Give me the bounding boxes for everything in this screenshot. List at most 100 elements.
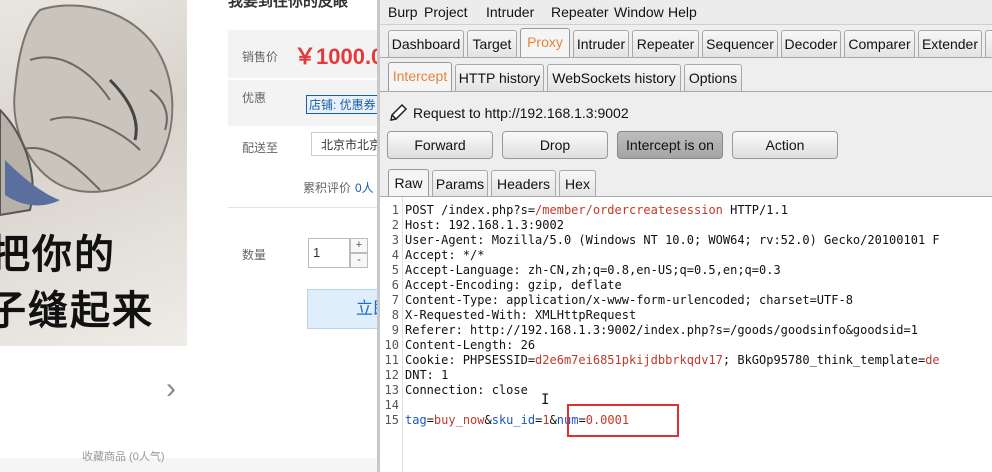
tab-repeater[interactable]: Repeater bbox=[632, 30, 699, 57]
tab-raw[interactable]: Raw bbox=[388, 169, 429, 197]
header-accept-language: Accept-Language: zh-CN,zh;q=0.8,en-US;q=… bbox=[405, 263, 781, 277]
request-line-method: POST /index.php?s=/member/ordercreateses… bbox=[405, 203, 788, 217]
next-image-arrow-icon[interactable]: › bbox=[166, 374, 176, 404]
line-number-gutter: 1 2 3 4 5 6 7 8 9 10 11 12 13 14 15 bbox=[380, 197, 403, 472]
body-param-value: 1 bbox=[542, 413, 550, 427]
review-count-link[interactable]: 0人 bbox=[355, 179, 374, 196]
raw-request-editor[interactable]: 1 2 3 4 5 6 7 8 9 10 11 12 13 14 15 POST… bbox=[380, 197, 992, 472]
header-x-requested-with: X-Requested-With: XMLHttpRequest bbox=[405, 308, 637, 322]
buy-now-button[interactable]: 立即 bbox=[307, 289, 377, 329]
header-cookie: Cookie: PHPSESSID=d2e6m7ei6851pkijdbbrkq… bbox=[405, 353, 940, 367]
line-number: 2 bbox=[391, 218, 399, 232]
line-number: 14 bbox=[384, 398, 399, 412]
request-target-label: Request to http://192.168.1.3:9002 bbox=[413, 105, 629, 121]
request-path: /member/ordercreatesession bbox=[535, 203, 723, 217]
tab-decoder[interactable]: Decoder bbox=[781, 30, 841, 57]
intercept-toggle-button[interactable]: Intercept is on bbox=[617, 131, 723, 159]
main-tab-bar: Dashboard Target Proxy Intruder Repeater… bbox=[380, 28, 992, 58]
header-content-length: Content-Length: 26 bbox=[405, 338, 536, 352]
product-image[interactable]: 把你的 子缝起来 bbox=[0, 0, 187, 346]
header-dnt: DNT: 1 bbox=[405, 368, 449, 382]
tab-sequencer[interactable]: Sequencer bbox=[702, 30, 778, 57]
header-accept: Accept: */* bbox=[405, 248, 485, 262]
num-param-highlight-box bbox=[567, 404, 679, 437]
line-number: 15 bbox=[384, 413, 399, 427]
header-connection: Connection: close bbox=[405, 383, 528, 397]
tab-extender[interactable]: Extender bbox=[918, 30, 982, 57]
menu-window[interactable]: Window bbox=[614, 4, 664, 20]
tab-websockets-history[interactable]: WebSockets history bbox=[547, 64, 681, 91]
code-text: ; BkGOp95780_think_template= bbox=[722, 353, 926, 367]
divider bbox=[228, 207, 377, 208]
promo-label: 优惠 bbox=[242, 91, 267, 105]
cookie-value: de bbox=[925, 353, 940, 367]
code-text: Cookie: PHPSESSID= bbox=[405, 353, 536, 367]
ship-destination-select[interactable]: 北京市北京 bbox=[311, 132, 377, 156]
menu-help[interactable]: Help bbox=[668, 4, 697, 20]
code-text: POST /index.php?s= bbox=[405, 203, 536, 217]
drop-button[interactable]: Drop bbox=[502, 131, 608, 159]
tab-hex[interactable]: Hex bbox=[559, 170, 596, 197]
header-content-type: Content-Type: application/x-www-form-url… bbox=[405, 293, 853, 307]
tab-target[interactable]: Target bbox=[467, 30, 517, 57]
quantity-plus-button[interactable]: + bbox=[350, 238, 368, 253]
message-view-tab-bar: Raw Params Headers Hex bbox=[380, 169, 992, 197]
product-title: 我要到往你的皮眼 bbox=[228, 0, 349, 10]
proxy-tab-bar: Intercept HTTP history WebSockets histor… bbox=[380, 62, 992, 92]
promo-tag[interactable]: 店铺: 优惠券 bbox=[306, 95, 377, 114]
footer-strip bbox=[0, 458, 377, 472]
price-label: 销售价 bbox=[242, 50, 279, 64]
ship-label: 配送至 bbox=[242, 141, 279, 155]
image-caption-line2: 子缝起来 bbox=[0, 288, 154, 334]
menu-project[interactable]: Project bbox=[424, 4, 468, 20]
line-number: 12 bbox=[384, 368, 399, 382]
tab-overflow[interactable] bbox=[985, 30, 992, 57]
line-number: 5 bbox=[391, 263, 399, 277]
line-number: 4 bbox=[391, 248, 399, 262]
price-value: ￥1000.0 bbox=[294, 44, 377, 69]
tab-http-history[interactable]: HTTP history bbox=[455, 64, 544, 91]
pencil-icon bbox=[390, 103, 408, 121]
header-user-agent: User-Agent: Mozilla/5.0 (Windows NT 10.0… bbox=[405, 233, 940, 247]
line-number: 13 bbox=[384, 383, 399, 397]
body-param-name: sku_id bbox=[491, 413, 536, 427]
tab-intruder[interactable]: Intruder bbox=[573, 30, 629, 57]
code-text: HTTP/1.1 bbox=[722, 203, 788, 217]
tab-dashboard[interactable]: Dashboard bbox=[388, 30, 464, 57]
cookie-value: d2e6m7ei6851pkijdbbrkqdv17 bbox=[535, 353, 723, 367]
header-referer: Referer: http://192.168.1.3:9002/index.p… bbox=[405, 323, 918, 337]
image-caption-line1: 把你的 bbox=[0, 232, 116, 278]
body-param-name: tag bbox=[405, 413, 427, 427]
tab-proxy[interactable]: Proxy bbox=[520, 28, 570, 58]
tab-options[interactable]: Options bbox=[684, 64, 742, 91]
menu-burp[interactable]: Burp bbox=[388, 4, 418, 20]
quantity-label: 数量 bbox=[242, 248, 267, 262]
line-number: 6 bbox=[391, 278, 399, 292]
code-text: & bbox=[484, 413, 492, 427]
body-param-value: buy_now bbox=[433, 413, 485, 427]
header-accept-encoding: Accept-Encoding: gzip, deflate bbox=[405, 278, 622, 292]
tab-comparer[interactable]: Comparer bbox=[844, 30, 915, 57]
line-number: 8 bbox=[391, 308, 399, 322]
tab-intercept[interactable]: Intercept bbox=[388, 62, 452, 92]
quantity-minus-button[interactable]: - bbox=[350, 253, 368, 268]
line-number: 3 bbox=[391, 233, 399, 247]
action-button[interactable]: Action bbox=[732, 131, 838, 159]
tab-params[interactable]: Params bbox=[432, 170, 488, 197]
promo-row: 优惠 店铺: 优惠券 bbox=[228, 80, 377, 126]
line-number: 10 bbox=[384, 338, 399, 352]
line-number: 11 bbox=[384, 353, 399, 367]
tab-divider-line bbox=[380, 57, 992, 58]
menu-repeater[interactable]: Repeater bbox=[551, 4, 609, 20]
line-number: 9 bbox=[391, 323, 399, 337]
text-cursor-icon: I bbox=[541, 392, 550, 408]
line-number: 7 bbox=[391, 293, 399, 307]
line-number: 1 bbox=[391, 203, 399, 217]
menu-bar: Burp Project Intruder Repeater Window He… bbox=[380, 0, 992, 25]
favorite-link[interactable]: 收藏商品 (0人气) bbox=[82, 448, 165, 464]
menu-intruder[interactable]: Intruder bbox=[486, 4, 534, 20]
code-text: & bbox=[549, 413, 557, 427]
tab-headers[interactable]: Headers bbox=[491, 170, 556, 197]
quantity-input[interactable]: 1 bbox=[308, 238, 350, 268]
forward-button[interactable]: Forward bbox=[387, 131, 493, 159]
